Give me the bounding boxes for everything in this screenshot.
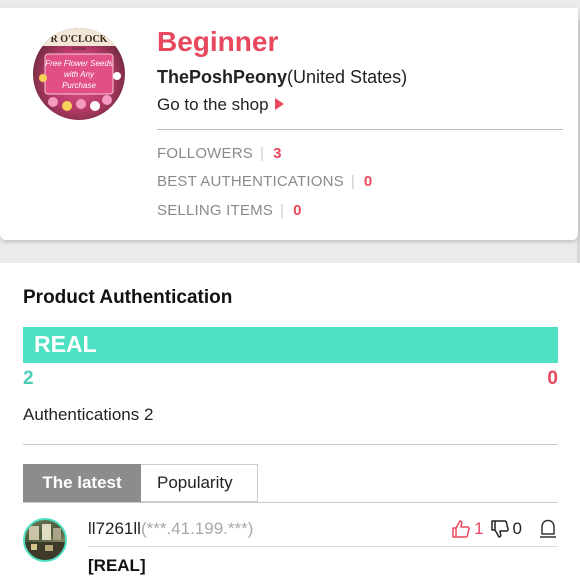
seller-avatar[interactable]: R O'CLOCK Garden Free Flower Seeds with … — [33, 28, 125, 120]
dislike-count: 0 — [512, 519, 522, 538]
comment-username[interactable]: ll7261ll — [88, 519, 141, 538]
comment-author: ll7261ll(***.41.199.***) — [88, 519, 253, 539]
avatar-sign-text: R O'CLOCK — [51, 34, 108, 45]
like-count: 1 — [474, 519, 484, 538]
avatar-promo-line1: Free Flower Seeds — [45, 59, 113, 68]
tabs-underline — [23, 502, 558, 503]
comment-votes: 1 0 — [451, 517, 558, 541]
sort-tabs: The latest Popularity — [23, 464, 258, 502]
dislike-button[interactable]: 0 — [490, 519, 522, 539]
stat-label: BEST AUTHENTICATIONS — [157, 173, 344, 190]
stat-separator: | — [259, 145, 265, 162]
seller-country: (United States) — [287, 67, 408, 87]
tab-popularity[interactable]: Popularity — [141, 464, 258, 502]
divider — [23, 444, 558, 445]
real-vote-count: 2 — [23, 368, 34, 389]
stat-value: 3 — [273, 145, 282, 162]
stat-best-authentications[interactable]: BEST AUTHENTICATIONS | 0 — [157, 173, 372, 190]
result-bar: REAL — [23, 327, 558, 363]
stat-separator: | — [279, 202, 285, 219]
commenter-avatar[interactable] — [23, 518, 67, 562]
bell-icon — [540, 519, 556, 538]
stat-followers[interactable]: FOLLOWERS | 3 — [157, 145, 282, 162]
comment-divider — [88, 546, 558, 547]
result-label: REAL — [34, 331, 97, 357]
notification-button[interactable] — [538, 518, 558, 540]
section-title: Product Authentication — [23, 287, 233, 308]
result-bar-fill — [23, 327, 558, 363]
thumbs-up-icon — [452, 520, 470, 538]
fake-vote-count: 0 — [547, 368, 558, 389]
play-arrow-icon — [274, 98, 284, 110]
stat-separator: | — [350, 173, 355, 190]
stat-value: 0 — [293, 202, 302, 219]
seller-level: Beginner — [157, 26, 279, 57]
seller-card: R O'CLOCK Garden Free Flower Seeds with … — [0, 8, 578, 240]
page: R O'CLOCK Garden Free Flower Seeds with … — [0, 0, 580, 579]
seller-name[interactable]: ThePoshPeony — [157, 67, 287, 87]
stat-label: SELLING ITEMS — [157, 202, 273, 219]
go-to-shop-label: Go to the shop — [157, 95, 269, 114]
seller-name-line: ThePoshPeony(United States) — [157, 67, 407, 88]
like-button[interactable]: 1 — [451, 519, 484, 539]
stat-value: 0 — [363, 173, 373, 190]
go-to-shop-link[interactable]: Go to the shop — [157, 95, 284, 115]
authentications-count: Authentications 2 — [23, 405, 154, 424]
stat-label: FOLLOWERS — [157, 145, 253, 162]
comment-ip: (***.41.199.***) — [140, 519, 254, 538]
authentication-section: Product Authentication REAL 2 0 Authenti… — [0, 263, 580, 579]
avatar-promo-line3: Purchase — [62, 81, 96, 90]
avatar-promo-line2: with Any — [64, 70, 95, 79]
tab-latest[interactable]: The latest — [23, 464, 141, 502]
stat-selling-items[interactable]: SELLING ITEMS | 0 — [157, 202, 302, 219]
comment-text: [REAL] — [88, 556, 146, 575]
divider — [157, 129, 563, 130]
avatar-sign-subtext: Garden — [72, 47, 87, 52]
thumbs-down-icon — [490, 520, 509, 538]
